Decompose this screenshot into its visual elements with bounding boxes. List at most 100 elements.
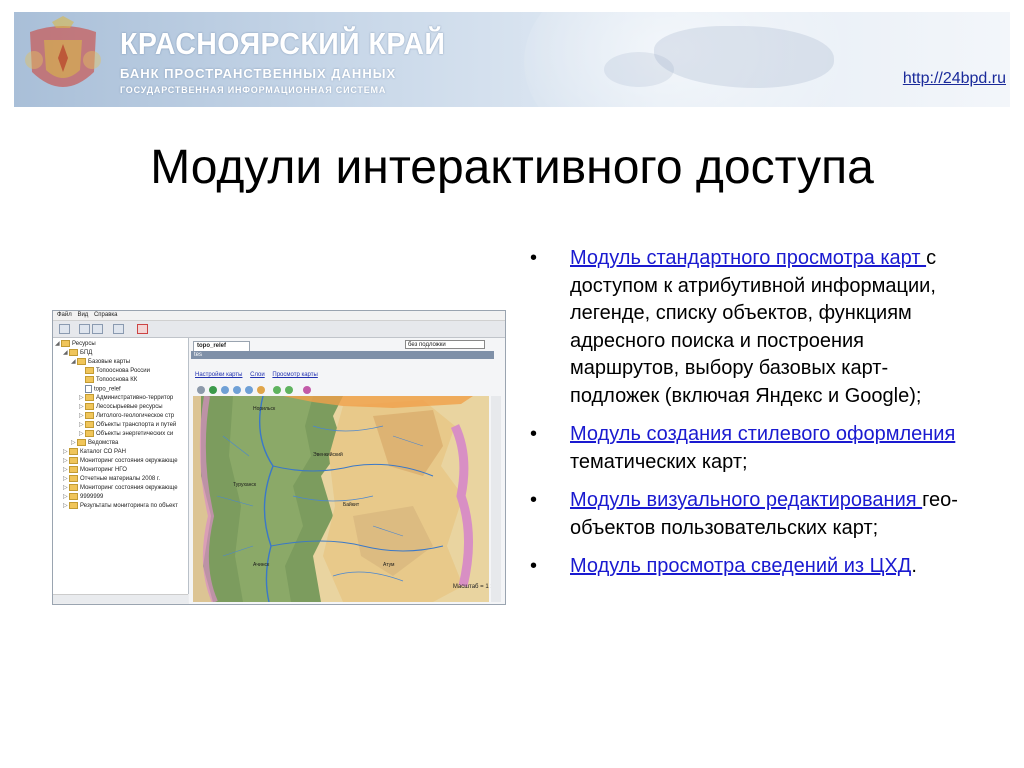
module-description: . [911, 555, 917, 577]
folder-icon [77, 439, 86, 446]
tree-item[interactable]: ▷ Административно-территор [79, 394, 173, 403]
tree-item[interactable]: ▷ Мониторинг НГО [63, 466, 127, 475]
site-url-link[interactable]: http://24bpd.ru [903, 70, 1006, 88]
module-link[interactable]: Модуль визуального редактирования [570, 489, 922, 511]
list-item: • Модуль просмотра сведений из ЦХД. [530, 553, 970, 581]
tree-item[interactable]: ▷ Лесосырьевые ресурсы [79, 403, 163, 412]
open-icon[interactable] [59, 324, 70, 334]
tree-item[interactable]: ◢ БПД [63, 349, 92, 358]
layer-icon [85, 385, 92, 393]
menu-view[interactable]: Вид [77, 312, 88, 318]
tree-item[interactable]: ▷ Отчетные материалы 2008 г. [63, 475, 160, 484]
bullet-icon: • [530, 247, 538, 269]
city-label: Ачинск [253, 562, 270, 568]
layers-link[interactable]: Слои [250, 372, 265, 378]
menu-file[interactable]: Файл [57, 312, 72, 318]
city-label: Норильск [253, 406, 276, 412]
folder-icon [85, 394, 94, 401]
tree-item[interactable]: ◢ Базовые карты [71, 358, 130, 367]
city-label: Туруханск [233, 482, 257, 488]
search-icon[interactable] [257, 386, 265, 394]
save-icon[interactable] [79, 324, 90, 334]
folder-icon [85, 430, 94, 437]
tree-item[interactable]: Топооснова России [79, 367, 150, 376]
module-description: тематических карт; [570, 450, 748, 473]
tree-item[interactable]: Топооснова КК [79, 376, 137, 385]
city-label: Байкит [343, 501, 360, 508]
banner-subtitle: БАНК ПРОСТРАНСТВЕННЫХ ДАННЫХ [120, 66, 397, 81]
tree-item[interactable]: ▷ Объекты энергетических си [79, 430, 173, 439]
folder-icon [69, 466, 78, 473]
map-toolbar [193, 385, 489, 396]
bullet-icon: • [530, 489, 538, 511]
banner-subtitle-2: ГОСУДАРСТВЕННАЯ ИНФОРМАЦИОННАЯ СИСТЕМА [120, 85, 387, 95]
folder-icon [69, 349, 78, 356]
folder-icon [85, 376, 94, 383]
module-link[interactable]: Модуль просмотра сведений из ЦХД [570, 555, 911, 577]
app-menubar: Файл Вид Справка [53, 311, 505, 321]
city-label: Атум [383, 562, 395, 568]
module-link[interactable]: Модуль стандартного просмотра карт [570, 247, 926, 269]
bullet-icon: • [530, 423, 538, 445]
module-list: • Модуль стандартного просмотра карт с до… [530, 245, 970, 592]
bullet-icon: • [530, 555, 538, 577]
app-toolbar [53, 321, 505, 338]
zoom-out-icon[interactable] [233, 386, 241, 394]
map-silhouette-small [604, 52, 674, 87]
map-view-link[interactable]: Просмотр карты [272, 372, 317, 378]
topographic-map[interactable]: Норильск Эвенкийский Туруханск Байкит Ач… [193, 396, 489, 602]
tree-item[interactable]: ▷ Результаты мониторинга по объект [63, 502, 178, 511]
gis-app-screenshot: Файл Вид Справка ◢ Ресурсы ◢ БПД ◢ Базовые … [52, 310, 506, 605]
tree-item[interactable]: ◢ Ресурсы [55, 340, 96, 349]
header-banner: КРАСНОЯРСКИЙ КРАЙ БАНК ПРОСТРАНСТВЕННЫХ … [14, 12, 1010, 107]
map-settings-link[interactable]: Настройки карты [195, 372, 242, 378]
folder-icon [69, 448, 78, 455]
properties-icon[interactable] [113, 324, 124, 334]
folder-icon [69, 457, 78, 464]
folder-icon [85, 403, 94, 410]
forward-icon[interactable] [285, 386, 293, 394]
folder-icon [61, 340, 70, 347]
pan-icon[interactable] [197, 386, 205, 394]
basemap-select[interactable]: без подложки [405, 340, 485, 349]
module-description: с доступом к атрибутивной информации, ле… [570, 247, 937, 407]
tree-item[interactable]: ▷ Каталог СО РАН [63, 448, 126, 457]
map-scrollbar[interactable] [491, 396, 501, 602]
folder-icon [85, 412, 94, 419]
folder-icon [69, 484, 78, 491]
tree-item[interactable]: ▷ Мониторинг состояния окружающе [63, 484, 178, 493]
banner-title: КРАСНОЯРСКИЙ КРАЙ [120, 26, 446, 61]
folder-icon [85, 367, 94, 374]
info-icon[interactable] [245, 386, 253, 394]
folder-icon [69, 502, 78, 509]
page-title: Модули интерактивного доступа [150, 141, 874, 194]
folder-icon [85, 421, 94, 428]
module-link[interactable]: Модуль создания стилевого оформления [570, 423, 955, 445]
list-item: • Модуль стандартного просмотра карт с до… [530, 245, 970, 410]
tree-item[interactable]: ▷ Ведомства [71, 439, 118, 448]
city-label: Эвенкийский [313, 451, 343, 458]
tree-item[interactable]: ▷ 9999999 [63, 493, 103, 502]
coat-of-arms-icon [25, 16, 101, 87]
zoom-extent-icon[interactable] [209, 386, 217, 394]
save-all-icon[interactable] [92, 324, 103, 334]
delete-icon[interactable] [137, 324, 148, 334]
tree-scrollbar[interactable] [53, 594, 188, 603]
list-item: • Модуль создания стилевого оформления те… [530, 421, 970, 476]
folder-icon [69, 493, 78, 500]
menu-help[interactable]: Справка [94, 312, 118, 318]
panel-links: Настройки карты Слои Просмотр карты [195, 371, 324, 379]
resource-tree: ◢ Ресурсы ◢ БПД ◢ Базовые карты Топооснова … [53, 338, 189, 594]
tree-item[interactable]: ▷ Литолого-геологическое стр [79, 412, 174, 421]
folder-icon [69, 475, 78, 482]
map-panel: topo_relef tes Настройки карты Слои Прос… [189, 338, 505, 604]
zoom-in-icon[interactable] [221, 386, 229, 394]
tab-topo-relef[interactable]: topo_relef [193, 341, 250, 351]
tree-item[interactable]: topo_relef [79, 385, 121, 394]
tree-item[interactable]: ▷ Мониторинг состояния окружающе [63, 457, 178, 466]
back-icon[interactable] [273, 386, 281, 394]
folder-icon [77, 358, 86, 365]
print-icon[interactable] [303, 386, 311, 394]
panel-header: tes [191, 351, 494, 359]
tree-item[interactable]: ▷ Объекты транспорта и путей [79, 421, 176, 430]
